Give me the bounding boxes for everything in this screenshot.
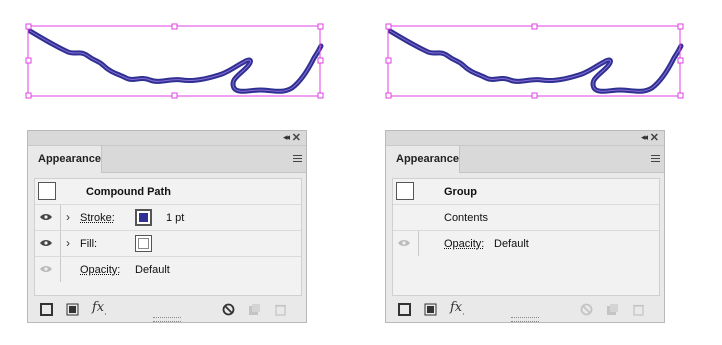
add-new-stroke-icon[interactable] bbox=[398, 303, 411, 316]
appearance-list: Compound Path › Stroke: 1 pt › Fill: Opa… bbox=[34, 178, 302, 296]
tab-appearance[interactable]: Appearance bbox=[386, 146, 460, 173]
appearance-list: Group Contents Opacity: Default bbox=[392, 178, 660, 296]
opacity-label[interactable]: Opacity: bbox=[444, 238, 484, 250]
right-squiggle-path[interactable] bbox=[387, 28, 684, 94]
duplicate-item-icon bbox=[249, 304, 260, 315]
right-artwork[interactable] bbox=[385, 23, 684, 99]
collapse-panel-button[interactable]: ◂◂ bbox=[641, 132, 648, 143]
appearance-panel-right: ◂◂ ✕ Appearance Group Contents Opacity: … bbox=[385, 130, 665, 323]
add-new-effect-icon[interactable]: fx. bbox=[450, 300, 465, 317]
collapse-panel-button[interactable]: ◂◂ bbox=[283, 132, 290, 143]
add-new-fill-icon[interactable] bbox=[424, 303, 437, 316]
tab-appearance[interactable]: Appearance bbox=[28, 146, 102, 173]
visibility-eye-icon[interactable] bbox=[40, 213, 52, 221]
expand-chevron-icon[interactable]: › bbox=[66, 236, 70, 250]
panel-titlebar[interactable]: ◂◂ ✕ bbox=[28, 131, 306, 146]
stroke-row[interactable]: › Stroke: 1 pt bbox=[35, 205, 301, 231]
right-selection-box bbox=[387, 25, 681, 97]
left-squiggle-path[interactable] bbox=[27, 28, 324, 94]
clear-appearance-icon bbox=[580, 303, 593, 316]
panel-tabstrip: Appearance bbox=[28, 146, 306, 173]
close-panel-button[interactable]: ✕ bbox=[650, 131, 659, 144]
left-selection-handles[interactable] bbox=[25, 23, 324, 99]
left-selection-box bbox=[27, 25, 321, 97]
object-thumbnail bbox=[396, 182, 414, 200]
delete-item-icon bbox=[275, 304, 286, 316]
object-thumbnail bbox=[38, 182, 56, 200]
add-new-stroke-icon[interactable] bbox=[40, 303, 53, 316]
contents-row[interactable]: Contents bbox=[393, 205, 659, 231]
close-panel-button[interactable]: ✕ bbox=[292, 131, 301, 144]
contents-label[interactable]: Contents bbox=[444, 212, 488, 224]
appearance-title-row[interactable]: Compound Path bbox=[35, 179, 301, 205]
opacity-label[interactable]: Opacity: bbox=[80, 264, 120, 276]
panel-bottom-toolbar: fx. bbox=[28, 297, 306, 323]
visibility-eye-icon-disabled bbox=[40, 266, 52, 272]
stroke-label[interactable]: Stroke: bbox=[80, 212, 115, 224]
left-artwork[interactable] bbox=[25, 23, 324, 99]
right-selection-handles[interactable] bbox=[385, 23, 684, 99]
panel-menu-icon[interactable] bbox=[293, 155, 302, 163]
appearance-title-row[interactable]: Group bbox=[393, 179, 659, 205]
opacity-row[interactable]: Opacity: Default bbox=[393, 231, 659, 256]
duplicate-item-icon bbox=[607, 304, 618, 315]
appearance-panel-left: ◂◂ ✕ Appearance Compound Path › Stroke: … bbox=[27, 130, 307, 323]
add-new-fill-icon[interactable] bbox=[66, 303, 79, 316]
artboard-canvas[interactable] bbox=[0, 0, 722, 110]
visibility-eye-icon-disabled bbox=[398, 240, 410, 246]
panel-menu-icon[interactable] bbox=[651, 155, 660, 163]
resize-grip[interactable] bbox=[511, 317, 539, 322]
clear-appearance-icon[interactable] bbox=[222, 303, 235, 316]
object-type-label: Group bbox=[444, 186, 477, 198]
fill-label: Fill: bbox=[80, 238, 98, 250]
stroke-color-swatch[interactable] bbox=[135, 209, 152, 226]
fill-row[interactable]: › Fill: bbox=[35, 231, 301, 257]
opacity-row[interactable]: Opacity: Default bbox=[35, 257, 301, 282]
object-type-label: Compound Path bbox=[86, 186, 171, 198]
panel-titlebar[interactable]: ◂◂ ✕ bbox=[386, 131, 664, 146]
fill-color-swatch[interactable] bbox=[135, 235, 152, 252]
panel-bottom-toolbar: fx. bbox=[386, 297, 664, 323]
opacity-value: Default bbox=[135, 264, 170, 276]
expand-chevron-icon[interactable]: › bbox=[66, 210, 70, 224]
resize-grip[interactable] bbox=[153, 317, 181, 322]
delete-item-icon bbox=[633, 304, 644, 316]
panel-tabstrip: Appearance bbox=[386, 146, 664, 173]
stroke-weight-value[interactable]: 1 pt bbox=[166, 212, 184, 224]
add-new-effect-icon[interactable]: fx. bbox=[92, 300, 107, 317]
opacity-value: Default bbox=[494, 238, 529, 250]
visibility-eye-icon[interactable] bbox=[40, 239, 52, 247]
